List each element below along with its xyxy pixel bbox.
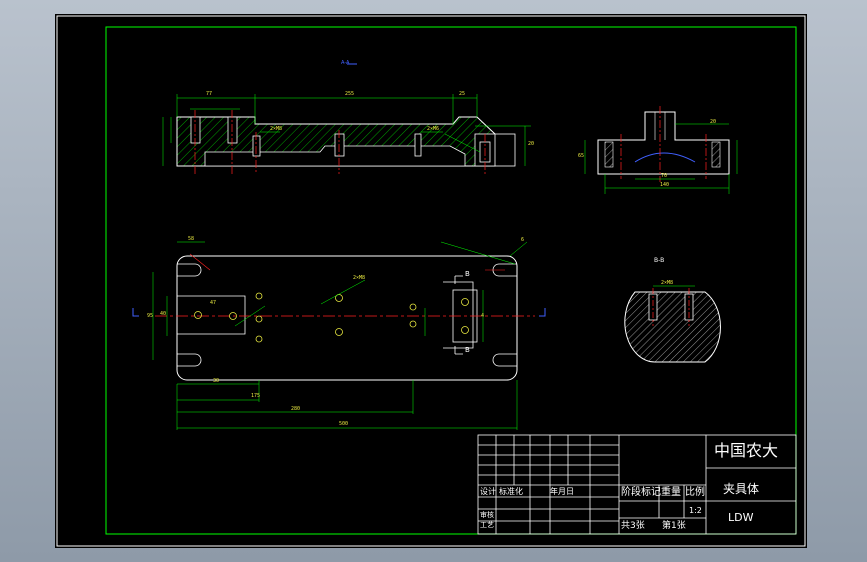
weight-label: 重量 — [661, 487, 681, 498]
dim-140: 140 — [660, 182, 670, 188]
view-marker: A-A — [341, 60, 350, 66]
dim-280: 280 — [291, 406, 301, 412]
dim-58: 58 — [188, 236, 195, 242]
dim-40: 40 — [160, 311, 167, 317]
dim-2m8-plan: 2×M8 — [353, 275, 366, 281]
dim-77: 77 — [206, 91, 213, 97]
plan-view — [132, 241, 546, 430]
standardize-label: 标准化 — [499, 487, 523, 496]
scale-label: 比例 — [685, 487, 705, 498]
process-check-label: 审核 — [480, 511, 494, 519]
dim-4: 4 — [481, 313, 485, 319]
dim-70: 70 — [661, 173, 668, 179]
section-marker-bottom: B — [465, 346, 470, 354]
company-name: 中国农大 — [714, 441, 779, 460]
inner-frame — [105, 26, 797, 535]
scale-value: 1:2 — [689, 506, 702, 515]
dim-25: 25 — [459, 91, 466, 97]
dim-175: 175 — [251, 393, 261, 399]
outer-border — [56, 15, 806, 547]
dim-2m6: 2×M6 — [427, 126, 440, 132]
drawing-sheet: 77 255 25 2×M8 2×M6 20 20 140 70 65 58 6… — [55, 14, 807, 548]
cad-drawing — [56, 15, 806, 547]
section-view — [624, 285, 721, 363]
front-view — [162, 94, 531, 174]
dim-2m8-top: 2×M8 — [270, 126, 283, 132]
dim-2m8-section: 2×M8 — [661, 280, 674, 286]
section-marker-top: B — [465, 270, 470, 278]
total-sheets: 共3张 — [621, 521, 645, 531]
dim-30: 30 — [213, 378, 220, 384]
design-label: 设计 — [480, 487, 496, 496]
dim-65: 65 — [578, 153, 585, 159]
sheet-number: 第1张 — [662, 521, 686, 531]
dim-47: 47 — [210, 300, 217, 306]
dim-20-side: 20 — [710, 119, 717, 125]
dim-20-top: 20 — [528, 141, 535, 147]
dim-95: 95 — [147, 313, 154, 319]
stage-mark-label: 阶段标记 — [621, 487, 661, 498]
section-label: B-B — [654, 257, 665, 264]
process-label: 工艺 — [480, 521, 494, 529]
dim-500: 500 — [339, 421, 349, 427]
dim-255: 255 — [345, 91, 355, 97]
part-name: 夹具体 — [723, 482, 760, 496]
date-col-label: 年月日 — [550, 487, 574, 496]
dim-6: 6 — [521, 237, 525, 243]
drawing-number: LDW — [728, 511, 754, 524]
